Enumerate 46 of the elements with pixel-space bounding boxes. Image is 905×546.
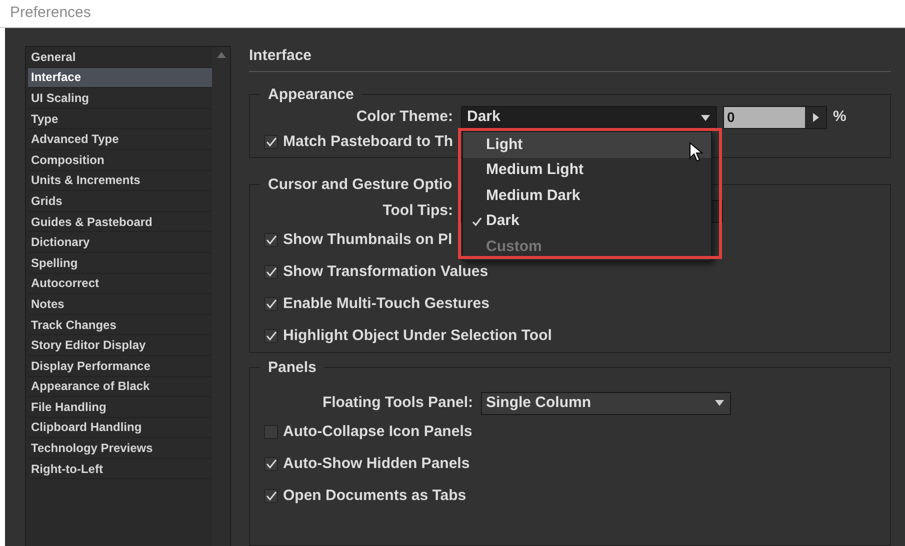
- checkmark-icon: [266, 459, 276, 469]
- checkmark-icon: [266, 235, 276, 245]
- floating-tools-dropdown[interactable]: Single Column: [481, 392, 731, 414]
- field-label: Tool Tips:: [382, 200, 454, 221]
- menu-item-label: Custom: [486, 236, 542, 257]
- checkmark-icon: [266, 137, 276, 147]
- color-theme-dropdown[interactable]: Dark: [461, 106, 717, 129]
- checkbox[interactable]: [264, 329, 278, 343]
- checkbox-label: Show Transformation Values: [283, 262, 488, 282]
- caret-icon: [701, 114, 710, 120]
- checkbox[interactable]: [264, 297, 278, 311]
- checkbox-label: Show Thumbnails on Pl: [283, 230, 452, 250]
- percent-unit: %: [833, 107, 846, 128]
- menu-item[interactable]: Dark: [463, 208, 711, 234]
- menu-item[interactable]: Light: [463, 132, 711, 158]
- menu-item[interactable]: Medium Dark: [463, 183, 711, 209]
- field-label: Color Theme:: [355, 107, 454, 128]
- checkmark-icon: [266, 331, 276, 341]
- menu-item-label: Dark: [486, 211, 520, 232]
- window-title: Preferences: [10, 3, 91, 24]
- checkbox-label: Auto-Collapse Icon Panels: [283, 422, 472, 442]
- section-title: Interface: [249, 46, 312, 66]
- checkbox[interactable]: [264, 233, 278, 247]
- caret-icon: [715, 400, 724, 406]
- checkbox-label: Open Documents as Tabs: [283, 486, 466, 506]
- percent-field[interactable]: 0: [723, 106, 827, 129]
- checkbox-label: Match Pasteboard to Th: [283, 132, 454, 152]
- checkbox[interactable]: [264, 135, 278, 149]
- menu-item-label: Light: [486, 134, 523, 155]
- checkmark-icon: [266, 491, 276, 501]
- mouse-pointer-icon: [689, 142, 703, 162]
- right-arrow-icon[interactable]: [812, 113, 818, 122]
- checkmark-icon: [266, 267, 276, 277]
- checkbox[interactable]: [264, 457, 278, 471]
- menu-item[interactable]: Medium Light: [463, 158, 711, 184]
- checkmark-icon: [266, 299, 276, 309]
- category-item[interactable]: Interface: [28, 68, 212, 88]
- checkbox[interactable]: [264, 489, 278, 503]
- field-label: Floating Tools Panel:: [321, 392, 474, 413]
- menu-item-label: Medium Dark: [486, 186, 580, 206]
- checkbox[interactable]: [264, 265, 278, 279]
- checkbox-label: Enable Multi-Touch Gestures: [283, 294, 490, 314]
- checkbox-label: Auto-Show Hidden Panels: [283, 454, 470, 474]
- menu-item-label: Medium Light: [486, 160, 584, 180]
- scroll-up-icon[interactable]: [216, 52, 226, 58]
- checkbox-label: Highlight Object Under Selection Tool: [283, 326, 552, 346]
